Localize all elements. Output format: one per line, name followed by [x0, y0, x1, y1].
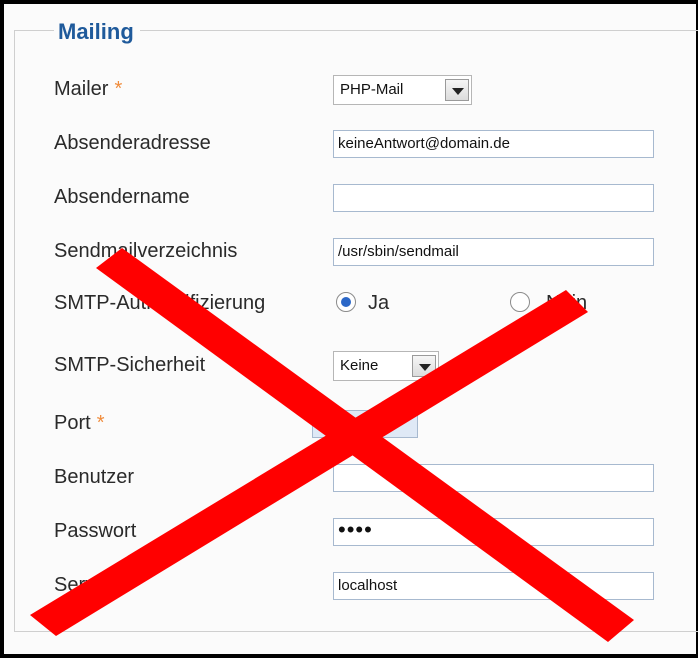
smtp-auth-no-label: Nein: [546, 292, 588, 314]
smtp-auth-yes-label: Ja: [368, 292, 390, 314]
password-label: Passwort: [54, 520, 137, 542]
row-smtp-security: SMTP-Sicherheit Keine: [0, 348, 698, 392]
port-field[interactable]: 25: [312, 410, 418, 438]
section-title: Mailing: [54, 17, 140, 47]
chevron-down-icon[interactable]: [412, 355, 436, 377]
user-label: Benutzer: [54, 466, 135, 488]
chevron-down-icon[interactable]: [445, 79, 469, 101]
sendmail-path-label: Sendmailverzeichnis: [54, 240, 238, 262]
server-field[interactable]: localhost: [333, 572, 654, 600]
row-port: Port * 25: [0, 406, 698, 450]
smtp-security-label: SMTP-Sicherheit: [54, 354, 206, 376]
sender-address-label: Absenderadresse: [54, 132, 211, 154]
row-server: Server localhost: [0, 568, 698, 612]
row-sender-address: Absenderadresse keineAntwort@domain.de: [0, 126, 698, 170]
row-sendmail-path: Sendmailverzeichnis /usr/sbin/sendmail: [0, 234, 698, 278]
row-mailer: Mailer * PHP-Mail: [0, 72, 698, 116]
sendmail-path-field[interactable]: /usr/sbin/sendmail: [333, 238, 654, 266]
required-marker: *: [114, 78, 123, 100]
required-marker: *: [96, 412, 105, 434]
row-password: Passwort ••••: [0, 514, 698, 558]
row-sender-name: Absendername: [0, 180, 698, 224]
smtp-security-select[interactable]: Keine: [333, 351, 439, 381]
smtp-auth-no-radio[interactable]: [510, 292, 530, 312]
row-smtp-auth: SMTP-Authentifizierung Ja Nein: [0, 286, 698, 330]
mailer-select[interactable]: PHP-Mail: [333, 75, 472, 105]
password-field[interactable]: ••••: [333, 518, 654, 546]
mailer-label: Mailer *: [54, 78, 123, 100]
sender-name-label: Absendername: [54, 186, 190, 208]
row-user: Benutzer: [0, 460, 698, 504]
sender-name-field[interactable]: [333, 184, 654, 212]
port-label: Port *: [54, 412, 105, 434]
sender-address-field[interactable]: keineAntwort@domain.de: [333, 130, 654, 158]
server-label: Server: [54, 574, 113, 596]
user-field[interactable]: [333, 464, 654, 492]
smtp-auth-label: SMTP-Authentifizierung: [54, 292, 266, 314]
smtp-auth-yes-radio[interactable]: [336, 292, 356, 312]
